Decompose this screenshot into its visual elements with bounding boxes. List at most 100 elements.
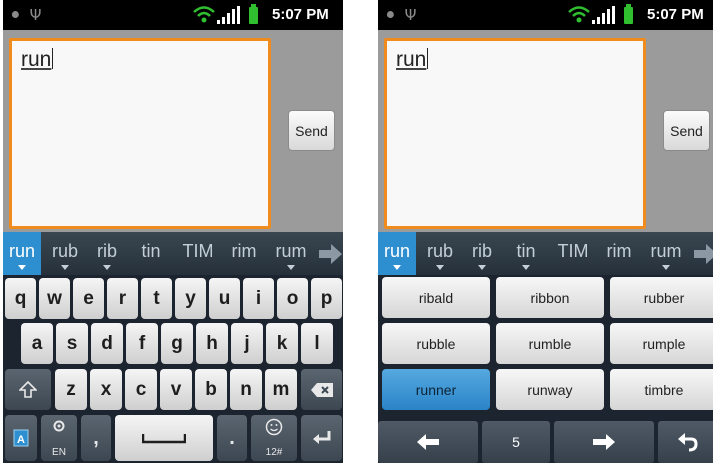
key-e[interactable]: e <box>73 278 104 319</box>
key-s[interactable]: s <box>56 323 88 364</box>
suggestion-item[interactable]: run <box>3 232 41 275</box>
key-z[interactable]: z <box>55 369 87 410</box>
suggestion-item[interactable]: rum <box>643 232 689 275</box>
backspace-key[interactable] <box>301 369 342 410</box>
word-option[interactable]: rubble <box>382 323 490 364</box>
phone-screen-word-list: ⚫Ψ 5:07 PM run Send run rub rib tin TIM … <box>378 0 713 463</box>
send-button[interactable]: Send <box>288 110 335 151</box>
word-option[interactable]: rubber <box>610 277 713 318</box>
word-option[interactable]: timbre <box>610 369 713 410</box>
suggestion-bar: run rub rib tin TIM rim rum <box>378 232 713 275</box>
suggestion-item[interactable]: tin <box>506 232 546 275</box>
settings-gear-icon <box>53 420 65 432</box>
key-t[interactable]: t <box>141 278 172 319</box>
more-suggestions-icon[interactable] <box>319 243 343 265</box>
key-b[interactable]: b <box>195 369 227 410</box>
emoticon-symbols-key[interactable]: 12# <box>251 415 297 461</box>
wifi-icon <box>568 6 590 23</box>
backspace-icon <box>310 382 333 397</box>
enter-key[interactable] <box>301 415 342 461</box>
suggestion-item[interactable]: rim <box>599 232 639 275</box>
key-m[interactable]: m <box>265 369 297 410</box>
page-number: 5 <box>482 421 550 463</box>
wifi-icon <box>193 6 215 23</box>
key-y[interactable]: y <box>175 278 206 319</box>
more-suggestions-icon[interactable] <box>694 243 713 265</box>
space-key[interactable] <box>115 415 213 461</box>
symbols-label: 12# <box>265 447 283 458</box>
key-j[interactable]: j <box>231 323 263 364</box>
space-bar-icon <box>142 434 186 444</box>
suggestion-item[interactable]: rib <box>464 232 500 275</box>
back-button[interactable] <box>658 421 713 463</box>
phone-screen-keyboard: ⚫Ψ 5:07 PM run Send run rub rib tin TIM … <box>3 0 343 463</box>
key-o[interactable]: o <box>277 278 308 319</box>
smiley-icon <box>265 418 283 436</box>
key-v[interactable]: v <box>160 369 192 410</box>
word-option[interactable]: runway <box>496 369 604 410</box>
suggestion-item[interactable]: rub <box>418 232 462 275</box>
battery-icon <box>624 4 633 24</box>
suggestion-item[interactable]: TIM <box>550 232 596 275</box>
status-bar: ⚫Ψ 5:07 PM <box>3 0 343 30</box>
word-option[interactable]: ribbon <box>496 277 604 318</box>
notification-icons: ⚫Ψ <box>9 6 50 24</box>
previous-page-button[interactable] <box>378 421 478 463</box>
message-input[interactable]: run <box>9 38 271 229</box>
suggestion-item[interactable]: rub <box>43 232 87 275</box>
key-c[interactable]: c <box>125 369 157 410</box>
enter-icon <box>312 431 330 444</box>
input-mode-icon: A <box>13 429 29 447</box>
send-button[interactable]: Send <box>663 110 710 151</box>
message-text: run <box>396 48 429 71</box>
language-label: EN <box>52 447 66 458</box>
word-option[interactable]: ribald <box>382 277 490 318</box>
word-option-selected[interactable]: runner <box>382 369 490 410</box>
suggestion-item[interactable]: rum <box>268 232 314 275</box>
message-text: run <box>21 48 54 71</box>
key-q[interactable]: q <box>5 278 36 319</box>
key-d[interactable]: d <box>91 323 123 364</box>
keyboard: q w e r t y u i o p a s d f g h j k l z … <box>3 275 343 463</box>
next-page-button[interactable] <box>554 421 654 463</box>
svg-text:A: A <box>17 434 25 446</box>
word-option[interactable]: rumble <box>496 323 604 364</box>
suggestion-item[interactable]: run <box>378 232 416 275</box>
shift-arrow-icon <box>19 380 37 398</box>
input-mode-key[interactable]: A <box>5 415 37 461</box>
suggestion-item[interactable]: rib <box>89 232 125 275</box>
text-cursor <box>427 48 429 69</box>
word-option[interactable]: rumple <box>610 323 713 364</box>
notification-icons: ⚫Ψ <box>384 6 425 24</box>
suggestion-item[interactable]: rim <box>224 232 264 275</box>
right-arrow-icon <box>593 434 615 450</box>
message-input[interactable]: run <box>384 38 646 229</box>
signal-icon <box>592 6 615 24</box>
key-i[interactable]: i <box>243 278 274 319</box>
key-k[interactable]: k <box>266 323 298 364</box>
status-bar: ⚫Ψ 5:07 PM <box>378 0 713 30</box>
key-w[interactable]: w <box>39 278 70 319</box>
battery-icon <box>249 4 258 24</box>
suggestion-item[interactable]: TIM <box>175 232 221 275</box>
comma-key[interactable]: , <box>81 415 111 461</box>
key-a[interactable]: a <box>21 323 53 364</box>
key-x[interactable]: x <box>90 369 122 410</box>
suggestion-bar: run rub rib tin TIM rim rum <box>3 232 343 275</box>
language-key[interactable]: EN <box>41 415 77 461</box>
key-n[interactable]: n <box>230 369 262 410</box>
key-u[interactable]: u <box>209 278 240 319</box>
suggestion-item[interactable]: tin <box>131 232 171 275</box>
word-list-panel: ribald ribbon rubber rubble rumble rumpl… <box>378 275 713 463</box>
key-f[interactable]: f <box>126 323 158 364</box>
shift-key[interactable] <box>5 369 51 410</box>
period-key[interactable]: . <box>217 415 247 461</box>
key-g[interactable]: g <box>161 323 193 364</box>
status-time: 5:07 PM <box>647 6 704 23</box>
key-r[interactable]: r <box>107 278 138 319</box>
key-h[interactable]: h <box>196 323 228 364</box>
key-p[interactable]: p <box>311 278 342 319</box>
key-l[interactable]: l <box>301 323 333 364</box>
status-time: 5:07 PM <box>272 6 329 23</box>
text-cursor <box>52 48 54 69</box>
